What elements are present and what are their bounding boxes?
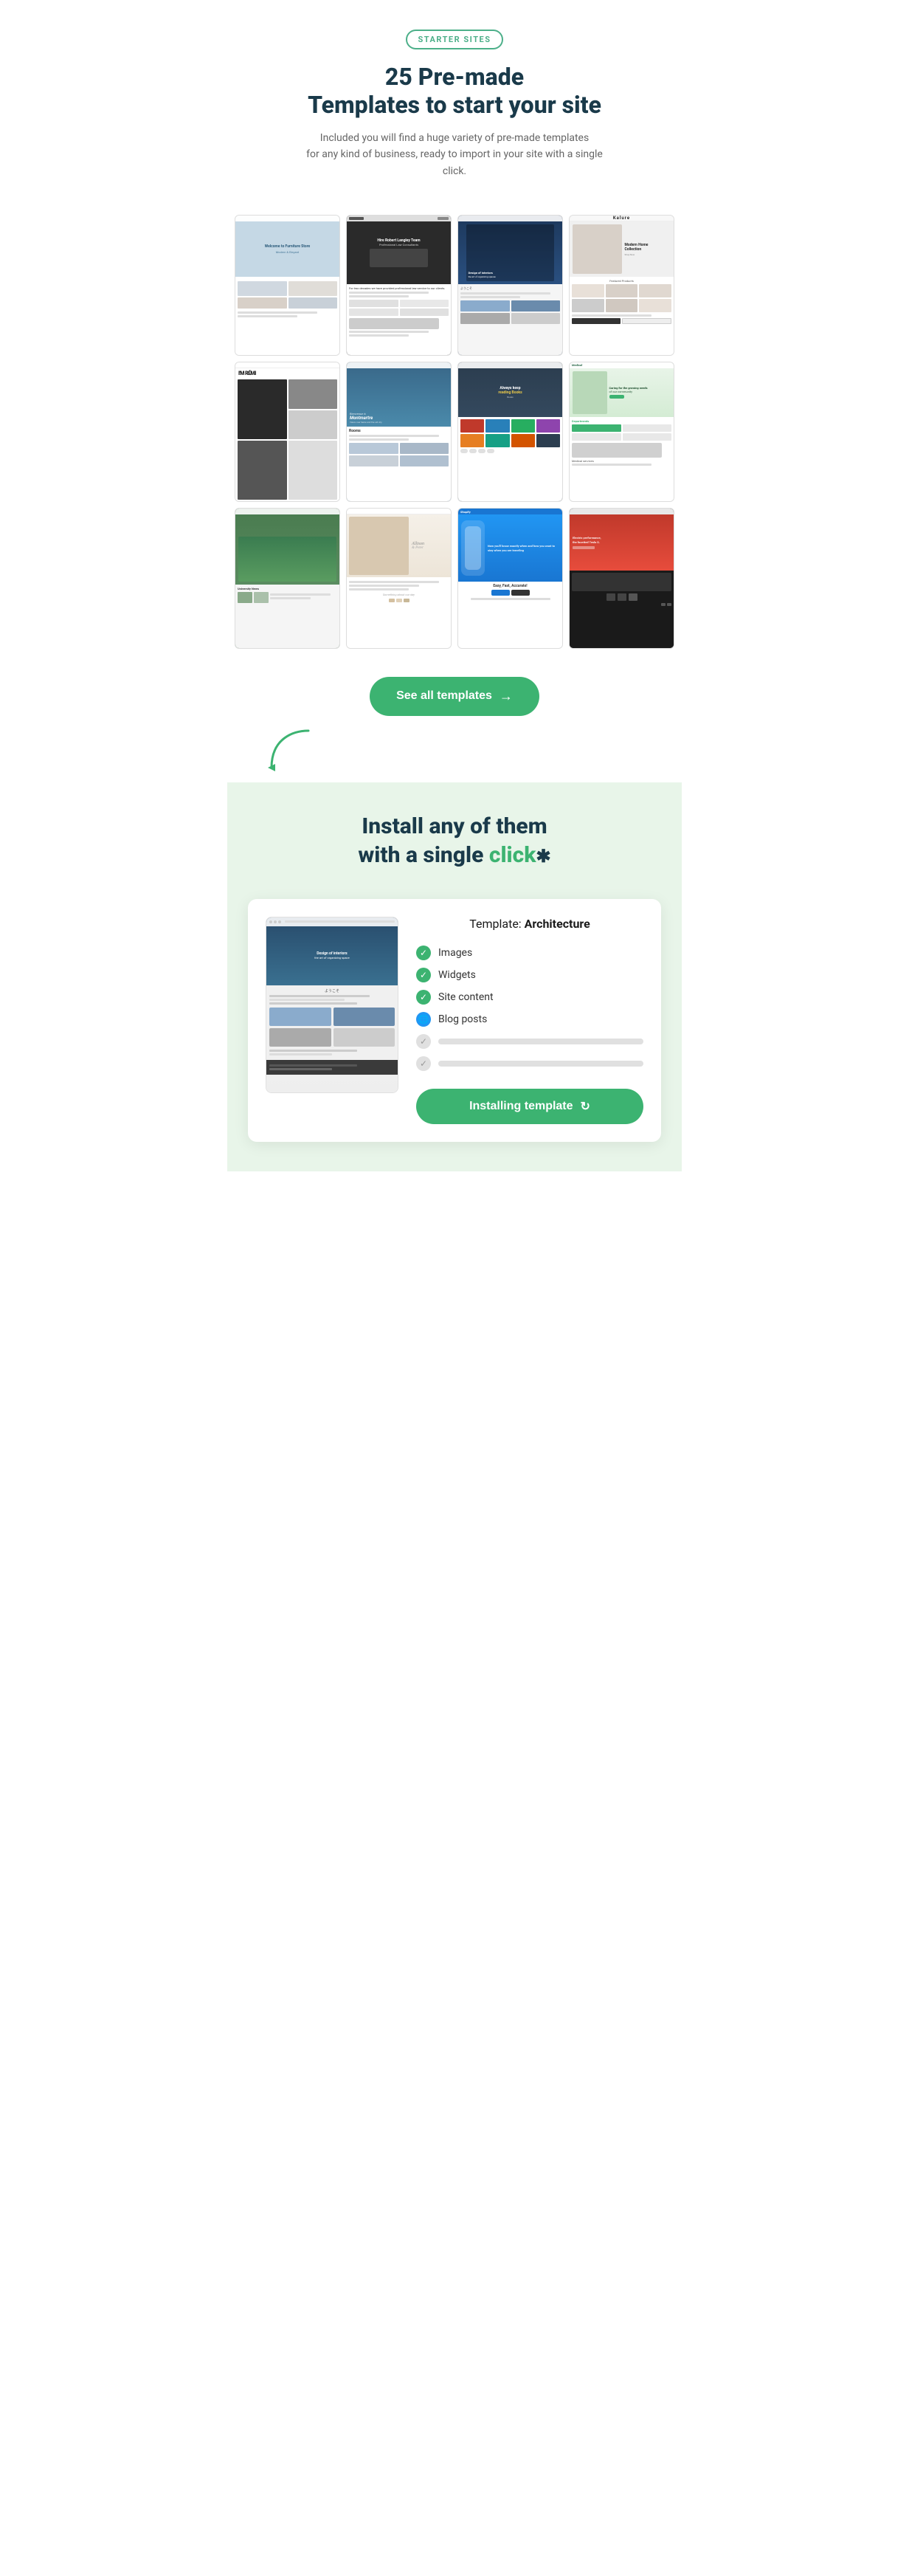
check-icon-bar1: ✓: [416, 1034, 431, 1049]
starter-badge: STARTER SITES: [406, 30, 502, 49]
check-icon-images: ✓: [416, 946, 431, 960]
feature-item-bar2: ✓: [416, 1056, 643, 1071]
install-section: Install any of them with a single click✱…: [227, 782, 682, 1171]
template-name-label: Template: Architecture: [416, 917, 643, 931]
install-template-button[interactable]: Installing template ↻: [416, 1089, 643, 1124]
template-grid-row1: Welcome to Furniture Store Modern & Eleg…: [227, 215, 682, 356]
template-thumb-app[interactable]: Shopify Now you'll know exactly when and…: [457, 508, 563, 649]
template-thumb-law[interactable]: Hire Robert Langley Team Professional La…: [346, 215, 452, 356]
template-thumb-furniture[interactable]: Welcome to Furniture Store Modern & Eleg…: [235, 215, 340, 356]
subtitle: Included you will find a huge variety of…: [300, 130, 609, 179]
see-all-label: See all templates: [396, 689, 492, 703]
template-thumb-hotel[interactable]: Bienvenue à Montmartre Views over Seine …: [346, 362, 452, 503]
template-thumb-fashion[interactable]: Kalure Modern HomeCollection Shop Now Fe…: [569, 215, 674, 356]
template-thumb-car[interactable]: Electric performance,the facetted Tesla …: [569, 508, 674, 649]
install-label: Installing template: [469, 1100, 573, 1113]
template-thumb-wedding[interactable]: Allison & Peter Something about our day: [346, 508, 452, 649]
template-thumb-remi[interactable]: I'M RÉMI: [235, 362, 340, 503]
check-icon-widgets: ✓: [416, 968, 431, 982]
see-all-templates-button[interactable]: See all templates →: [370, 677, 539, 716]
check-icon-bar2: ✓: [416, 1056, 431, 1071]
cta-section: See all templates →: [227, 655, 682, 723]
feature-item-images: ✓ Images: [416, 946, 643, 960]
template-card: Design of interiorsthe art of organizing…: [248, 899, 661, 1142]
install-title: Install any of them with a single click✱: [242, 812, 667, 869]
template-thumb-medical[interactable]: Medical Caring for the growing needs of …: [569, 362, 674, 503]
check-icon-site-content: ✓: [416, 990, 431, 1005]
template-thumb-architecture[interactable]: Design of interiorsthe art of organizing…: [457, 215, 563, 356]
arrow-icon: →: [500, 689, 513, 704]
template-thumb-books[interactable]: Always keep reading Books Books: [457, 362, 563, 503]
template-grid-row2: I'M RÉMI Bienvenue à: [227, 362, 682, 503]
curved-arrow-svg: [264, 723, 323, 782]
main-title: 25 Pre-made Templates to start your site: [242, 63, 667, 120]
check-icon-blog-posts: 🌐: [416, 1012, 431, 1027]
feature-item-blog-posts: 🌐 Blog posts: [416, 1012, 643, 1027]
feature-item-site-content: ✓ Site content: [416, 990, 643, 1005]
spinner-icon: ↻: [581, 1099, 590, 1114]
template-thumb-university[interactable]: University News: [235, 508, 340, 649]
curved-arrow-area: [227, 723, 682, 782]
feature-list: ✓ Images ✓ Widgets ✓ Site content 🌐 Blog…: [416, 946, 643, 1071]
template-grid-row3: University News Allison & Peter: [227, 508, 682, 649]
feature-item-widgets: ✓ Widgets: [416, 968, 643, 982]
starter-section: STARTER SITES 25 Pre-made Templates to s…: [227, 0, 682, 215]
template-info: Template: Architecture ✓ Images ✓ Widget…: [416, 917, 643, 1124]
feature-item-bar1: ✓: [416, 1034, 643, 1049]
template-preview-image: Design of interiorsthe art of organizing…: [266, 917, 398, 1093]
